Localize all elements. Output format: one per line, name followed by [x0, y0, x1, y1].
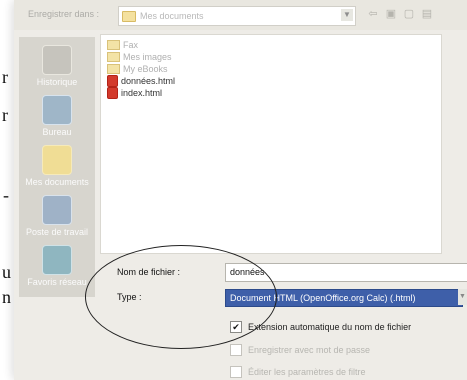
checkbox-checked-icon[interactable]: ✔	[230, 321, 242, 333]
place-bureau[interactable]: Bureau	[19, 95, 95, 137]
file-list[interactable]: Fax Mes images My eBooks données.html in…	[100, 34, 442, 254]
file-name: données.html	[121, 76, 176, 86]
place-label: Favoris réseau	[27, 277, 87, 287]
up-folder-icon[interactable]: ▣	[384, 8, 398, 21]
list-item[interactable]: My eBooks	[107, 63, 168, 75]
option-filter-settings[interactable]: Éditer les paramètres de filtre	[230, 366, 366, 378]
places-bar: Historique Bureau Mes documents Poste de…	[19, 37, 95, 297]
place-label: Mes documents	[25, 177, 89, 187]
folder-icon	[107, 52, 120, 62]
filename-label: Nom de fichier :	[117, 267, 181, 277]
bg-text-fragment-5: n	[2, 287, 11, 307]
save-in-value: Mes documents	[140, 11, 204, 21]
computer-icon	[42, 195, 72, 225]
bg-text-fragment-3: -	[3, 185, 9, 205]
chevron-down-icon[interactable]: ▼	[341, 9, 353, 21]
filename-field[interactable]	[225, 263, 467, 282]
bg-text-fragment-2: r	[2, 105, 8, 125]
place-label: Bureau	[42, 127, 72, 137]
place-favoris-reseau[interactable]: Favoris réseau	[19, 245, 95, 287]
back-arrow-icon[interactable]: ⇦	[366, 8, 380, 21]
place-label: Historique	[36, 77, 78, 87]
folder-icon	[107, 64, 120, 74]
save-in-label: Enregistrer dans :	[28, 9, 100, 19]
option-password[interactable]: Enregistrer avec mot de passe	[230, 344, 370, 356]
network-icon	[42, 245, 72, 275]
documents-folder-icon	[42, 145, 72, 175]
html-file-icon	[107, 87, 118, 99]
place-historique[interactable]: Historique	[19, 45, 95, 87]
bg-text-fragment-1: r	[2, 67, 8, 87]
option-label: Extension automatique du nom de fichier	[248, 322, 412, 332]
place-label: Poste de travail	[25, 227, 89, 237]
file-name: index.html	[121, 88, 163, 98]
view-menu-icon[interactable]: ▤	[420, 8, 434, 21]
list-item[interactable]: données.html	[107, 75, 175, 87]
list-item[interactable]: index.html	[107, 87, 162, 99]
chevron-down-icon[interactable]: ▼	[458, 289, 467, 305]
history-icon	[42, 45, 72, 75]
html-file-icon	[107, 75, 118, 87]
option-auto-extension[interactable]: ✔ Extension automatique du nom de fichie…	[230, 321, 411, 333]
desktop-icon	[42, 95, 72, 125]
checkbox-icon[interactable]	[230, 366, 242, 378]
checkbox-icon[interactable]	[230, 344, 242, 356]
save-in-combo[interactable]: Mes documents ▼	[118, 6, 356, 26]
file-name: Fax	[123, 40, 139, 50]
file-name: Mes images	[123, 52, 172, 62]
dialog-toolbar: Enregistrer dans : Mes documents ▼ ⇦ ▣ ▢…	[14, 0, 467, 30]
folder-icon	[107, 40, 120, 50]
list-item[interactable]: Mes images	[107, 51, 172, 63]
bg-text-fragment-4: u	[2, 262, 11, 282]
type-label: Type :	[117, 292, 142, 302]
file-name: My eBooks	[123, 64, 168, 74]
new-folder-icon[interactable]: ▢	[402, 8, 416, 21]
filename-input[interactable]	[226, 264, 460, 279]
place-poste-de-travail[interactable]: Poste de travail	[19, 195, 95, 237]
file-type-select[interactable]: Document HTML (OpenOffice.org Calc) (.ht…	[225, 289, 463, 307]
option-label: Enregistrer avec mot de passe	[248, 345, 371, 355]
folder-icon	[122, 10, 136, 22]
list-item[interactable]: Fax	[107, 39, 138, 51]
place-mes-documents[interactable]: Mes documents	[19, 145, 95, 187]
option-label: Éditer les paramètres de filtre	[248, 367, 366, 377]
